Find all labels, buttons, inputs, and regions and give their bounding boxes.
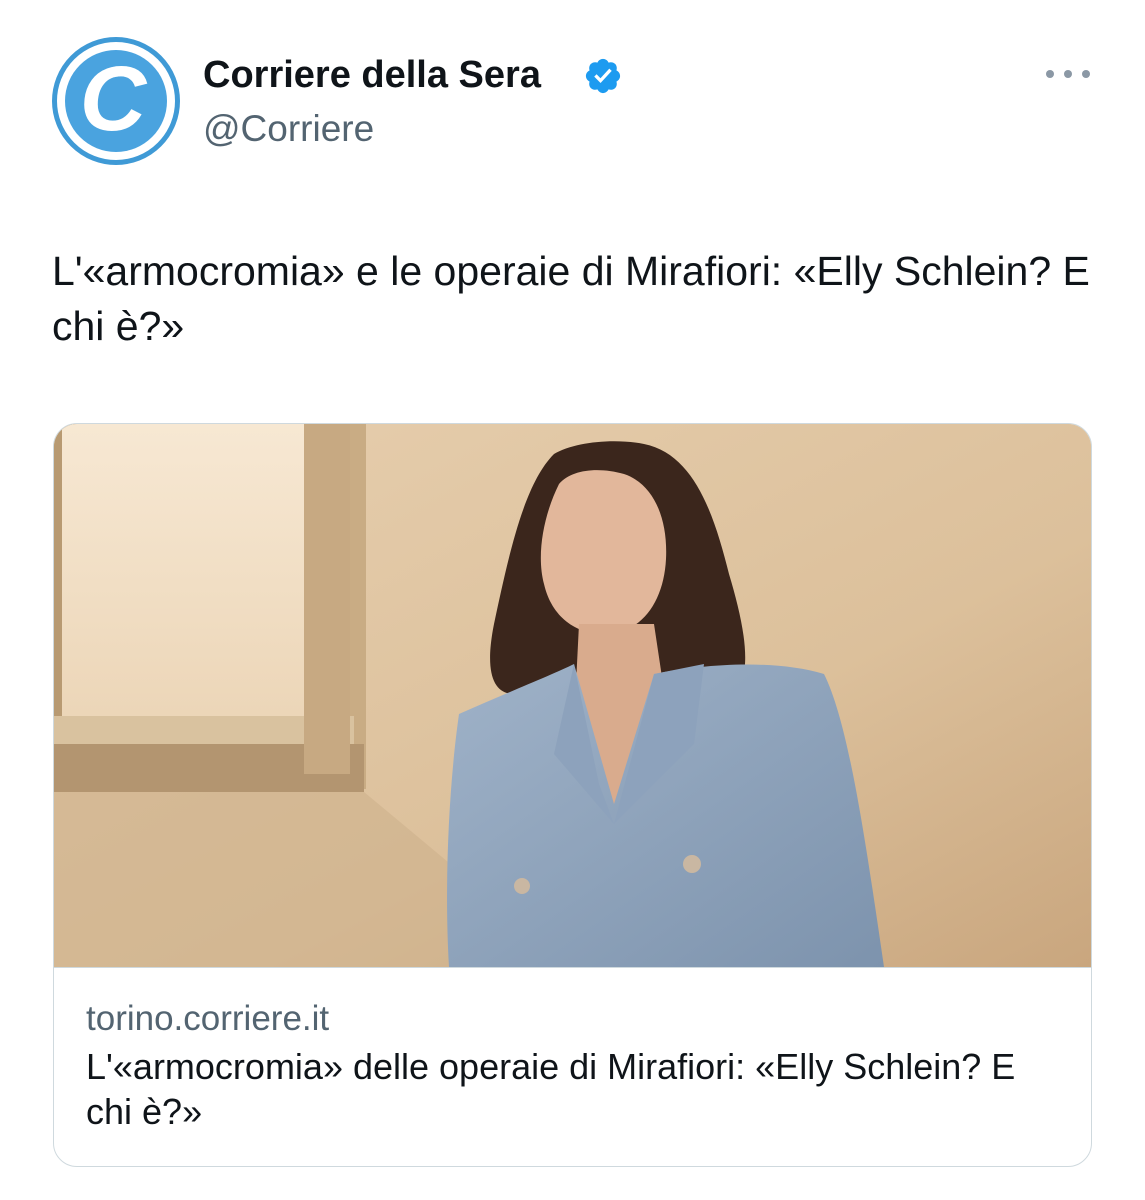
avatar-logo-letter: C: [79, 48, 147, 150]
link-card-image[interactable]: [54, 424, 1091, 967]
author-display-name[interactable]: Corriere della Sera: [203, 52, 541, 98]
verified-badge-icon: [585, 58, 621, 94]
link-card-title[interactable]: L'«armocromia» delle operaie di Mirafior…: [86, 1044, 1046, 1134]
avatar[interactable]: C: [52, 37, 180, 165]
tweet-text: L'«armocromia» e le operaie di Mirafiori…: [52, 248, 1090, 349]
link-card[interactable]: torino.corriere.it L'«armocromia» delle …: [53, 423, 1092, 1167]
author-handle[interactable]: @Corriere: [203, 106, 374, 152]
avatar-logo: C: [65, 50, 167, 152]
link-card-divider: [54, 967, 1091, 968]
more-dots-icon[interactable]: [1046, 64, 1090, 84]
link-card-domain[interactable]: torino.corriere.it: [86, 998, 329, 1040]
card-photo-illustration: [54, 424, 1091, 967]
